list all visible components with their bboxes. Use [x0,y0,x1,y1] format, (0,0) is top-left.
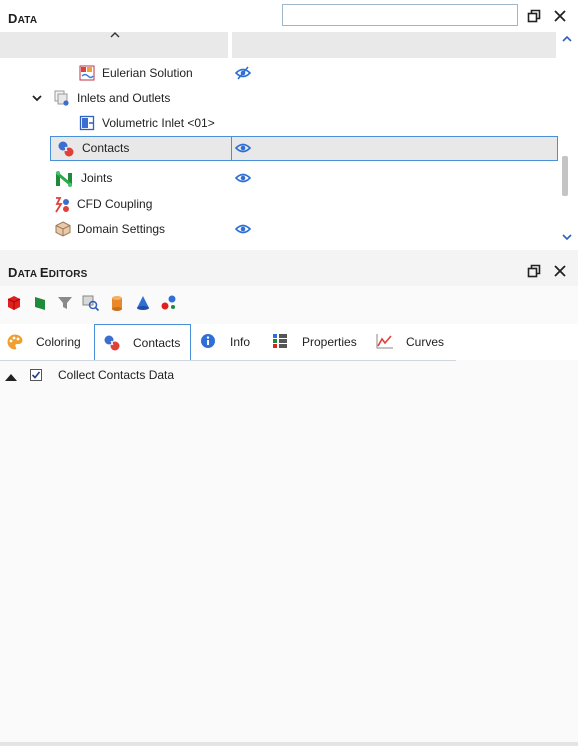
contacts-icon [103,334,121,352]
inlets-outlets-icon [54,90,70,106]
tree-scrollbar[interactable] [558,30,578,246]
tab-curves[interactable]: Curves [376,324,452,360]
tree-item-label: Volumetric Inlet <01> [102,116,215,130]
data-panel-title: DATA [8,11,37,26]
title-rest: ATA [17,15,38,26]
palette-icon [6,333,24,351]
tree-row-inlets-outlets[interactable]: Inlets and Outlets [0,86,558,111]
title-initial: D [8,265,18,280]
tree-row-contacts[interactable]: Contacts [0,136,558,161]
data-editors-panel: DATA EDITORS Coloring Contacts Info Prop… [0,250,578,746]
joints-icon [55,170,72,187]
tab-label: Properties [302,335,357,349]
tree-row-joints[interactable]: Joints [0,166,558,191]
collapse-triangle-icon[interactable] [4,371,18,385]
tab-strip: Coloring Contacts Info Properties Curves [0,324,578,361]
visibility-visible-icon[interactable] [234,171,252,185]
cylinder-icon[interactable] [108,294,126,312]
tab-label: Curves [406,335,445,349]
data-editors-header: DATA EDITORS [0,250,578,286]
search-selection-icon[interactable] [82,294,100,312]
scroll-thumb[interactable] [562,156,568,196]
tab-divider [0,360,456,361]
scroll-up-icon[interactable] [561,34,573,44]
filter-icon[interactable] [56,294,74,312]
red-body-icon[interactable] [5,294,23,312]
domain-settings-icon [55,221,71,237]
title-initial: D [8,11,18,26]
panel-bottom-border [0,742,578,746]
tree-row-domain-settings[interactable]: Domain Settings [0,217,558,242]
collect-contacts-row: Collect Contacts Data [0,368,578,388]
visibility-hidden-icon[interactable] [234,66,252,80]
data-editors-title: DATA EDITORS [8,265,88,280]
chevron-down-icon[interactable] [31,92,43,106]
restore-window-icon[interactable] [526,263,542,279]
tree-row-volumetric-inlet[interactable]: Volumetric Inlet <01> [0,111,558,136]
cone-icon[interactable] [134,294,152,312]
visibility-column-header[interactable] [232,32,556,58]
particles-icon[interactable] [160,294,178,312]
properties-icon [272,333,290,351]
title-initial: E [39,265,49,280]
collect-contacts-label: Collect Contacts Data [58,368,175,382]
cfd-coupling-icon [54,196,70,213]
info-icon [200,333,218,351]
tree-item-label: Eulerian Solution [102,66,193,80]
tab-properties[interactable]: Properties [272,324,368,360]
visibility-visible-icon[interactable] [234,222,252,236]
tree-row-eulerian-solution[interactable]: Eulerian Solution [0,61,558,86]
data-editors-toolbar [0,290,578,318]
tab-coloring[interactable]: Coloring [6,324,94,360]
tab-label: Info [230,335,251,349]
tab-label: Contacts [133,336,181,350]
volumetric-inlet-icon [79,115,95,131]
sort-ascending-icon [110,32,120,38]
title-rest: DITORS [48,269,88,280]
data-panel: DATA Eulerian Solution Inlets and Outlet… [0,0,578,248]
curves-icon [376,333,394,351]
close-panel-icon[interactable] [552,8,568,24]
close-panel-icon[interactable] [552,263,568,279]
collect-contacts-checkbox[interactable] [30,369,42,381]
scroll-down-icon[interactable] [561,232,573,242]
tree-row-cfd-coupling[interactable]: CFD Coupling [0,192,558,217]
tree-item-label: Domain Settings [77,222,166,236]
tab-contacts[interactable]: Contacts [94,324,191,361]
tree-item-label: Contacts [82,141,130,155]
tree-item-label: CFD Coupling [77,197,153,211]
eulerian-solution-icon [79,65,95,81]
tree-item-label: Inlets and Outlets [77,91,171,105]
tab-label: Coloring [36,335,81,349]
data-search-input[interactable] [282,4,518,26]
tree-item-label: Joints [81,171,113,185]
tab-info[interactable]: Info [200,324,264,360]
contacts-icon [57,140,74,157]
green-wall-icon[interactable] [31,294,49,312]
visibility-visible-icon[interactable] [234,141,252,155]
name-column-header[interactable] [0,32,228,58]
title-part: ATA [17,269,40,280]
restore-window-icon[interactable] [526,8,542,24]
